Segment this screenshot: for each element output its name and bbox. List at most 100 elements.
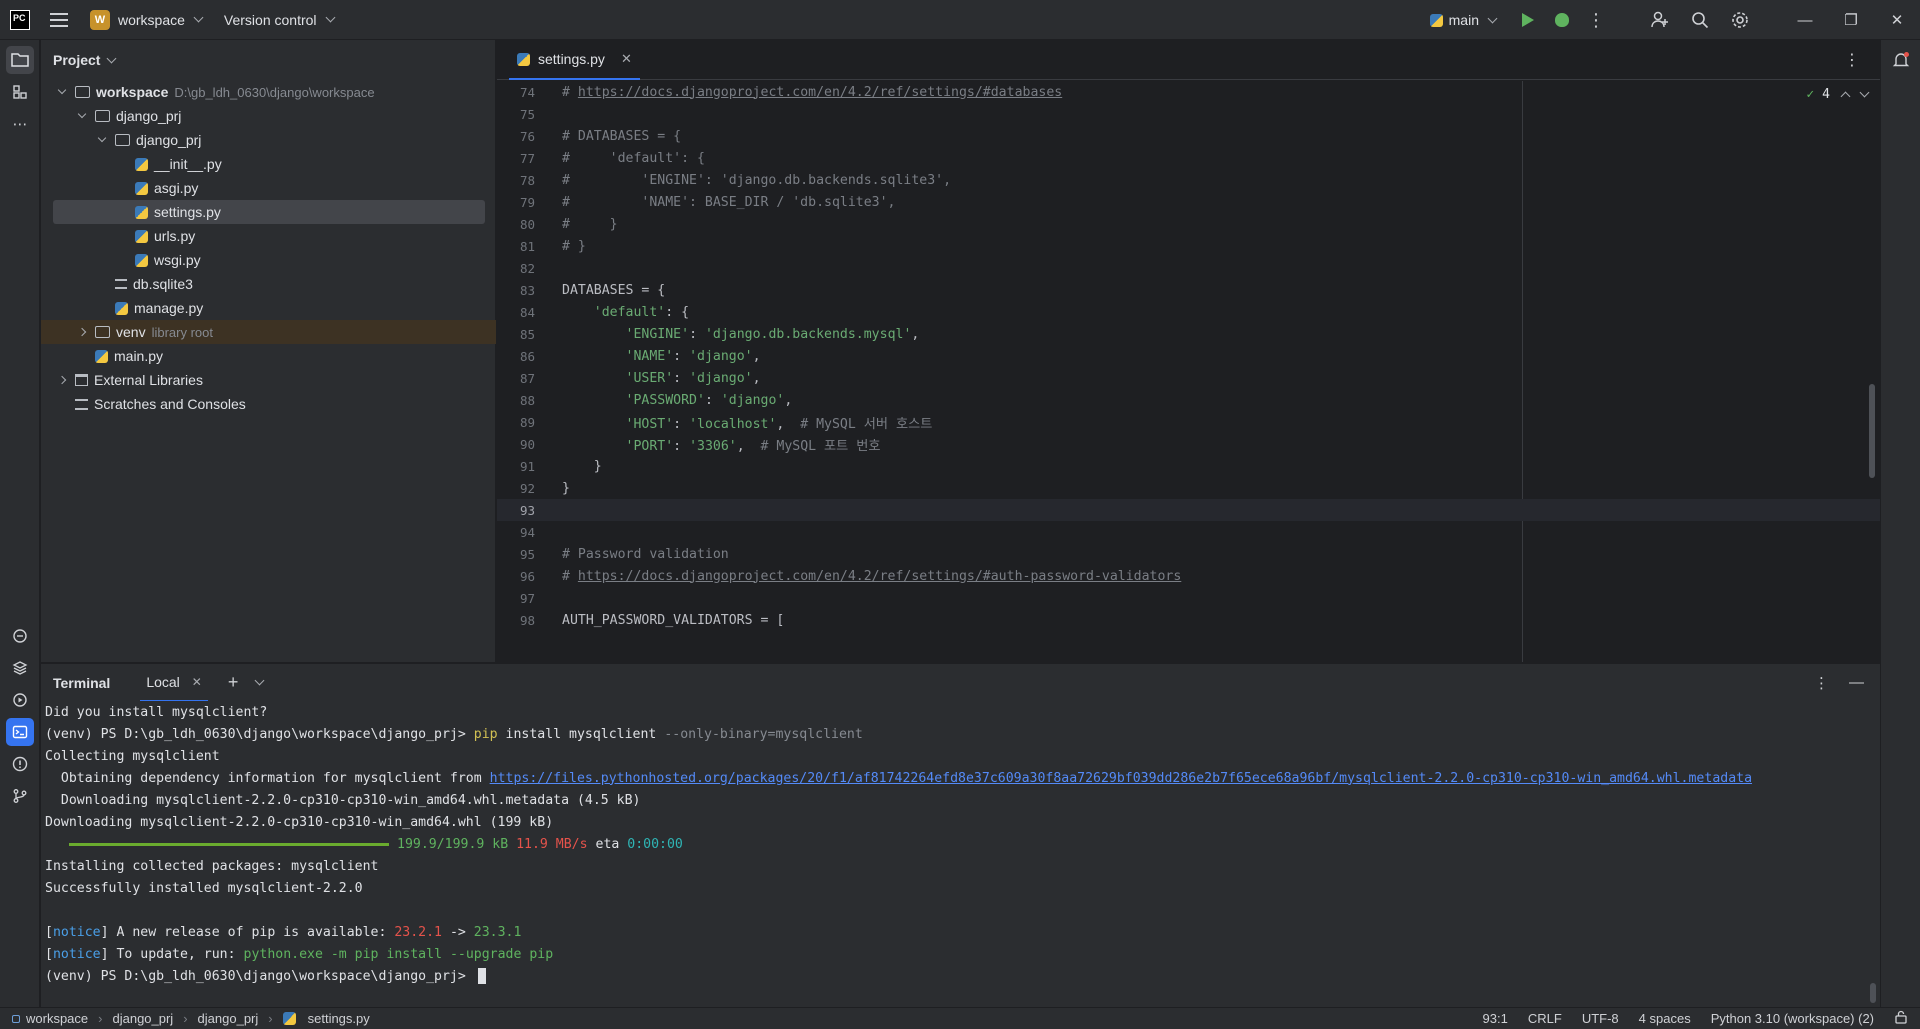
line-separator[interactable]: CRLF [1528,1011,1562,1026]
chevron-up-icon[interactable] [1840,91,1851,102]
code-line[interactable]: 97 [497,587,1880,609]
chevron-right-icon[interactable] [57,375,67,385]
caret-position[interactable]: 93:1 [1483,1011,1508,1026]
search-icon[interactable] [1688,8,1712,32]
tree-item[interactable]: External Libraries [53,368,485,392]
tree-item[interactable]: workspace D:\gb_ldh_0630\django\workspace [53,80,485,104]
code-line[interactable]: 94 [497,521,1880,543]
terminal-text[interactable]: https://files.pythonhosted.org/packages/… [490,771,1752,786]
chevron-down-icon[interactable] [57,85,67,95]
tree-item[interactable]: urls.py [53,224,485,248]
tree-item[interactable]: settings.py [53,200,485,224]
settings-gear-icon[interactable] [1728,8,1752,32]
code-line[interactable]: 83 DATABASES = { [497,279,1880,301]
project-tool-button[interactable] [6,46,34,74]
breadcrumb-item[interactable]: workspace [26,1011,88,1026]
main-menu-icon[interactable] [50,12,68,27]
code-line[interactable]: 74 # https://docs.djangoproject.com/en/4.… [497,81,1880,103]
code-editor[interactable]: 74 # https://docs.djangoproject.com/en/4.… [497,81,1880,662]
tree-item[interactable]: manage.py [53,296,485,320]
terminal-output[interactable]: Did you install mysqlclient? (venv) PS D:… [41,701,1880,1007]
code-line[interactable]: 87 'USER': 'django', [497,367,1880,389]
debug-button[interactable] [1550,8,1574,32]
code-token: # MySQL 서버 호스트 [800,416,933,432]
terminal-dropdown-chevron-icon[interactable] [254,675,265,686]
run-button[interactable] [1516,8,1540,32]
code-line[interactable]: 90 'PORT': '3306', # MySQL 포트 번호 [497,433,1880,455]
code-line[interactable]: 82 [497,257,1880,279]
problems-tool-button[interactable] [6,750,34,778]
terminal-tab-local[interactable]: Local ✕ [140,664,208,702]
notifications-bell-icon[interactable] [1887,46,1915,74]
more-actions-icon[interactable]: ⋮ [1584,8,1608,32]
code-line[interactable]: 78 # 'ENGINE': 'django.db.backends.sqlite… [497,169,1880,191]
code-line[interactable]: 98 AUTH_PASSWORD_VALIDATORS = [ [497,609,1880,631]
tree-item[interactable]: db.sqlite3 [53,272,485,296]
terminal-line: Downloading mysqlclient-2.2.0-cp310-cp31… [45,811,553,833]
tab-settings-py[interactable]: settings.py ✕ [509,40,640,80]
git-tool-button[interactable] [6,782,34,810]
python-console-tool-button[interactable] [6,622,34,650]
python-interpreter[interactable]: Python 3.10 (workspace) (2) [1711,1011,1874,1026]
services-tool-button[interactable] [6,686,34,714]
chevron-down-icon[interactable] [1859,87,1870,98]
tree-item[interactable]: django_prj [53,128,485,152]
terminal-scrollbar[interactable] [1870,983,1876,1003]
close-window-button[interactable]: ✕ [1874,0,1920,40]
hide-terminal-icon[interactable]: — [1849,674,1864,692]
tab-options-icon[interactable]: ⋮ [1844,50,1860,70]
new-terminal-tab-icon[interactable]: + [228,672,239,693]
breadcrumb-item[interactable]: settings.py [308,1011,370,1026]
code-line[interactable]: 89 'HOST': 'localhost', # MySQL 서버 호스트 [497,411,1880,433]
chevron-right-icon[interactable] [77,327,87,337]
file-encoding[interactable]: UTF-8 [1582,1011,1619,1026]
run-config-selector[interactable]: main [1429,12,1498,28]
maximize-button[interactable]: ❐ [1828,0,1874,40]
more-tools-icon[interactable]: ⋯ [6,110,34,138]
project-switcher[interactable]: workspace [118,12,204,28]
code-line[interactable]: 91 } [497,455,1880,477]
terminal-text: [ [45,924,53,940]
editor-scrollbar[interactable] [1869,384,1875,478]
code-line[interactable]: 84 'default': { [497,301,1880,323]
layers-tool-button[interactable] [6,654,34,682]
code-line[interactable]: 93 [497,499,1880,521]
close-terminal-tab-icon[interactable]: ✕ [192,675,202,689]
chevron-down-icon[interactable] [97,133,107,143]
terminal-tool-button[interactable] [6,718,34,746]
code-line[interactable]: 86 'NAME': 'django', [497,345,1880,367]
code-line[interactable]: 96 # https://docs.djangoproject.com/en/4.… [497,565,1880,587]
tree-item[interactable]: venv library root [41,320,496,344]
lock-icon[interactable] [1894,1010,1908,1027]
breadcrumb-item[interactable]: django_prj [112,1011,173,1026]
project-panel-header[interactable]: Project [41,40,495,80]
structure-tool-button[interactable] [6,78,34,106]
code-line[interactable]: 88 'PASSWORD': 'django', [497,389,1880,411]
code-line[interactable]: 77 # 'default': { [497,147,1880,169]
tree-item[interactable]: asgi.py [53,176,485,200]
breadcrumb-item[interactable]: django_prj [198,1011,259,1026]
pycharm-logo-icon[interactable]: PC [10,9,30,30]
code-with-me-icon[interactable] [1648,8,1672,32]
vcs-menu[interactable]: Version control [224,12,335,28]
code-line[interactable]: 79 # 'NAME': BASE_DIR / 'db.sqlite3', [497,191,1880,213]
minimize-button[interactable]: — [1782,0,1828,40]
indent-setting[interactable]: 4 spaces [1639,1011,1691,1026]
tree-item[interactable]: django_prj [53,104,485,128]
project-badge[interactable]: W [90,9,110,30]
code-line[interactable]: 81 # } [497,235,1880,257]
terminal-options-icon[interactable]: ⋮ [1814,674,1829,692]
close-tab-icon[interactable]: ✕ [621,51,632,67]
tree-item[interactable]: main.py [53,344,485,368]
inspection-widget[interactable]: ✓ 4 [1806,87,1870,102]
code-line[interactable]: 75 [497,103,1880,125]
code-line[interactable]: 80 # } [497,213,1880,235]
tree-item[interactable]: __init__.py [53,152,485,176]
code-line[interactable]: 76 # DATABASES = { [497,125,1880,147]
tree-item[interactable]: Scratches and Consoles [53,392,485,416]
code-line[interactable]: 85 'ENGINE': 'django.db.backends.mysql', [497,323,1880,345]
code-line[interactable]: 92} [497,477,1880,499]
tree-item[interactable]: wsgi.py [53,248,485,272]
code-line[interactable]: 95 # Password validation [497,543,1880,565]
chevron-down-icon[interactable] [77,109,87,119]
